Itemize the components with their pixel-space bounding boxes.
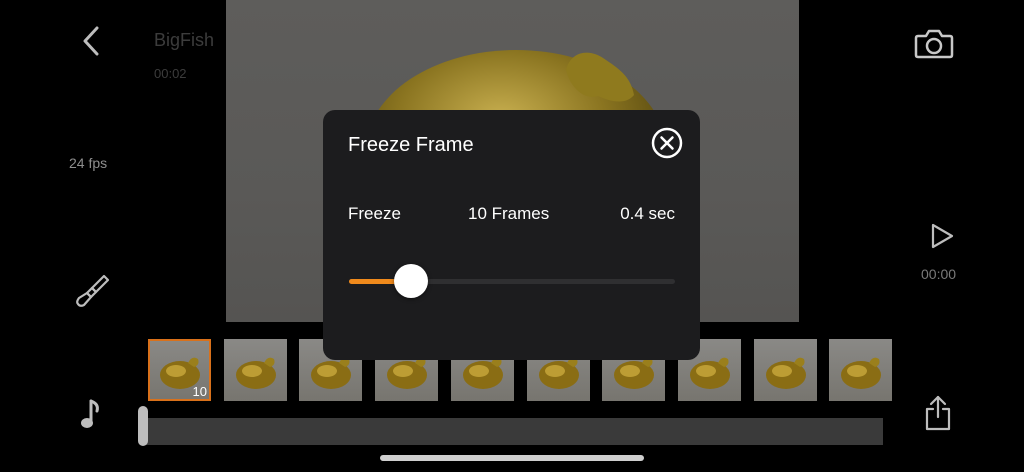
filmstrip-thumbnail-selected[interactable]: 10	[148, 339, 211, 401]
back-button[interactable]	[76, 24, 106, 58]
freeze-frame-dialog: Freeze Frame Freeze 10 Frames 0.4 sec	[323, 110, 700, 360]
share-button[interactable]	[920, 392, 956, 434]
playback-time: 00:00	[921, 266, 957, 282]
freeze-slider-thumb[interactable]	[393, 264, 428, 298]
freeze-frames-badge: 10	[192, 384, 207, 399]
close-icon	[651, 127, 683, 159]
play-icon	[931, 223, 954, 249]
camera-button[interactable]	[912, 24, 956, 62]
duration-seconds-label: 0.4 sec	[620, 204, 675, 223]
effects-button[interactable]	[72, 270, 112, 310]
thumbnail-image	[765, 357, 806, 389]
play-button[interactable]	[924, 220, 960, 252]
filmstrip-thumbnail[interactable]	[829, 339, 893, 401]
back-icon	[83, 26, 99, 56]
filmstrip-thumbnail[interactable]	[223, 339, 287, 401]
playhead-handle[interactable]	[138, 406, 148, 446]
camera-icon	[914, 29, 954, 59]
dialog-title: Freeze Frame	[348, 134, 474, 156]
filmstrip-thumbnail[interactable]	[753, 339, 817, 401]
fps-label[interactable]: 24 fps	[69, 155, 107, 171]
close-button[interactable]	[651, 127, 683, 159]
thumbnail-image	[235, 357, 276, 389]
music-note-icon	[81, 399, 99, 428]
timeline-track[interactable]	[142, 418, 883, 445]
music-button[interactable]	[76, 396, 106, 432]
home-indicator	[380, 455, 644, 461]
share-icon	[925, 395, 951, 431]
project-duration: 00:02	[154, 66, 187, 81]
paintbrush-icon	[76, 274, 110, 307]
frames-count-label: 10 Frames	[468, 204, 550, 223]
freeze-label: Freeze	[348, 204, 401, 223]
project-title: BigFish	[154, 30, 215, 50]
thumbnail-image	[841, 357, 882, 389]
